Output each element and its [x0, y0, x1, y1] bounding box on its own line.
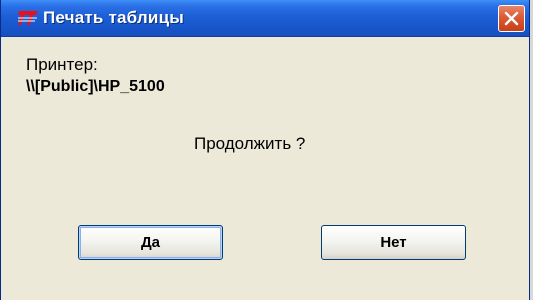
no-button[interactable]: Нет: [321, 225, 466, 260]
close-icon: [504, 11, 519, 26]
close-button[interactable]: [498, 5, 525, 32]
printer-path: \\[Public]\HP_5100: [26, 78, 165, 95]
yes-button[interactable]: Да: [78, 225, 223, 260]
confirm-question: Продолжить ?: [194, 134, 306, 153]
print-dialog-window: Печать таблицы Принтер: \\[Public]\HP_51…: [0, 0, 530, 300]
window-title: Печать таблицы: [43, 8, 184, 27]
title-bar[interactable]: Печать таблицы: [1, 0, 529, 37]
printer-label: Принтер:: [26, 55, 98, 74]
dialog-body: [1, 37, 529, 300]
app-logo-icon: [17, 9, 39, 27]
